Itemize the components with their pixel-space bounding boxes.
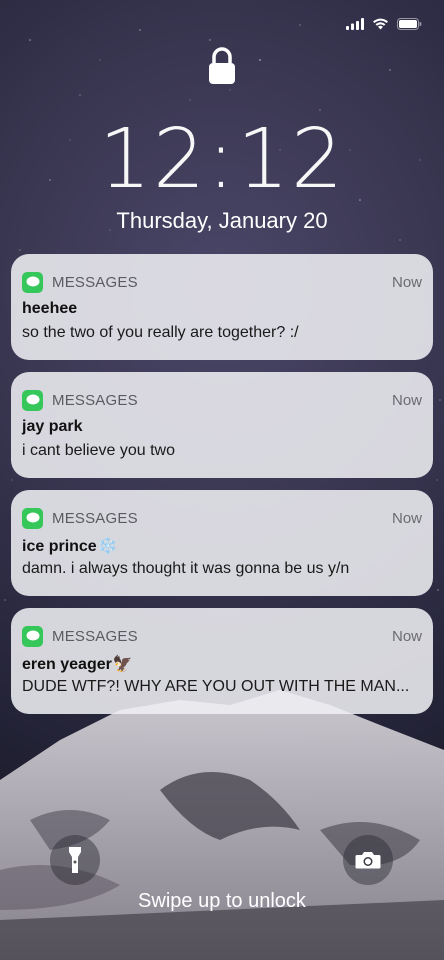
lock-icon bbox=[209, 47, 235, 84]
messages-app-icon bbox=[22, 389, 43, 411]
notification-card[interactable]: MESSAGES Now eren yeager🦅 DUDE WTF?! WHY… bbox=[11, 608, 433, 714]
notification-body: DUDE WTF?! WHY ARE YOU OUT WITH THE MAN.… bbox=[22, 678, 410, 695]
notification-sender: jay park bbox=[22, 418, 83, 435]
notification-time: Now bbox=[391, 273, 422, 291]
battery-icon bbox=[397, 18, 422, 30]
eagle-emoji: 🦅 bbox=[112, 656, 133, 673]
notification-app-name: MESSAGES bbox=[52, 391, 138, 409]
notification-time: Now bbox=[391, 391, 422, 409]
notification-body: so the two of you really are together? :… bbox=[22, 324, 299, 341]
swipe-to-unlock-hint[interactable]: Swipe up to unlock bbox=[0, 890, 444, 913]
notification-sender: heehee bbox=[22, 300, 78, 317]
flashlight-icon bbox=[69, 847, 81, 873]
notification-header: MESSAGES Now bbox=[22, 507, 422, 529]
notification-card[interactable]: MESSAGES Now ice prince❄️ damn. i always… bbox=[11, 490, 433, 596]
notification-header: MESSAGES Now bbox=[22, 271, 422, 293]
wifi-icon bbox=[373, 18, 388, 30]
notification-body: i cant believe you two bbox=[22, 442, 175, 459]
camera-button[interactable] bbox=[343, 835, 393, 885]
messages-app-icon bbox=[22, 507, 43, 529]
notification-app-name: MESSAGES bbox=[52, 627, 138, 645]
notification-app-name: MESSAGES bbox=[52, 273, 138, 291]
notification-app-name: MESSAGES bbox=[52, 509, 138, 527]
flashlight-button[interactable] bbox=[50, 835, 100, 885]
notification-body: damn. i always thought it was gonna be u… bbox=[22, 560, 350, 577]
messages-app-icon bbox=[22, 271, 43, 293]
notification-sender: ice prince❄️ bbox=[22, 538, 118, 555]
snowflake-emoji: ❄️ bbox=[97, 538, 118, 555]
signal-bars-icon bbox=[346, 18, 364, 30]
lock-clock: 12:12 bbox=[98, 112, 346, 207]
notification-header: MESSAGES Now bbox=[22, 389, 422, 411]
lock-date: Thursday, January 20 bbox=[116, 208, 328, 233]
notification-card[interactable]: MESSAGES Now heehee so the two of you re… bbox=[11, 254, 433, 360]
notification-time: Now bbox=[391, 627, 422, 645]
camera-icon bbox=[355, 852, 381, 869]
notification-header: MESSAGES Now bbox=[22, 625, 422, 647]
notification-card[interactable]: MESSAGES Now jay park i cant believe you… bbox=[11, 372, 433, 478]
status-bar bbox=[346, 14, 422, 34]
notification-time: Now bbox=[391, 509, 422, 527]
messages-app-icon bbox=[22, 625, 43, 647]
notification-sender: eren yeager🦅 bbox=[22, 656, 133, 673]
